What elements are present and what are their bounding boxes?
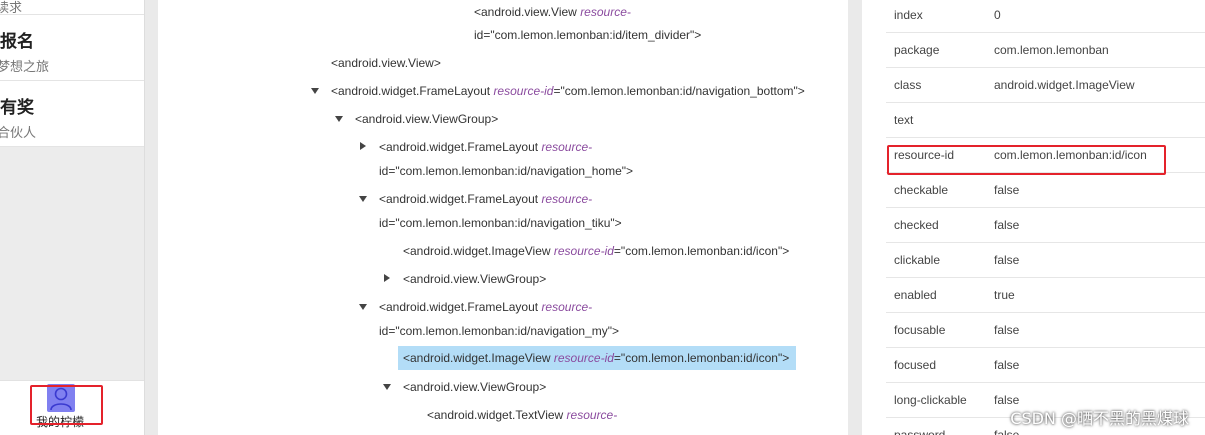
tree-node-tiku-icon[interactable]: <android.widget.ImageView resource-id="c…	[403, 243, 789, 259]
device-screen-preview[interactable]: 读求 报名 梦想之旅 有奖 合伙人 我的柠檬	[0, 0, 145, 435]
device-card-3-title: 有奖	[0, 98, 34, 118]
tree-node-navigation-my-id: id="com.lemon.lemonban:id/navigation_my"…	[379, 324, 619, 338]
tree-node-my-viewgroup[interactable]: <android.view.ViewGroup>	[403, 379, 546, 395]
device-card-2: 报名 梦想之旅	[0, 15, 144, 81]
tree-node-view[interactable]: <android.view.View>	[331, 55, 441, 71]
tree-node-tiku-viewgroup[interactable]: <android.view.ViewGroup>	[403, 271, 546, 287]
prop-row-enabled: enabled true	[886, 278, 1205, 313]
annotation-red-box-resource-id	[887, 145, 1166, 175]
prop-row-checkable: checkable false	[886, 173, 1205, 208]
tree-node-navigation-tiku-id: id="com.lemon.lemonban:id/navigation_tik…	[379, 216, 622, 230]
annotation-red-box-device	[30, 385, 103, 425]
tree-node-navigation-my[interactable]: <android.widget.FrameLayout resource-	[379, 299, 592, 315]
tree-node-item-divider[interactable]: <android.view.View resource-	[474, 4, 631, 20]
expand-toggle-icon[interactable]	[335, 116, 343, 122]
prop-row-checked: checked false	[886, 208, 1205, 243]
hierarchy-tree[interactable]: <android.view.View resource- id="com.lem…	[158, 0, 848, 435]
properties-panel: index 0 package com.lemon.lemonban class an…	[862, 0, 1205, 435]
device-card-1: 读求	[0, 0, 144, 16]
device-empty-area	[0, 147, 144, 380]
tree-node-item-divider-id: id="com.lemon.lemonban:id/item_divider">	[474, 28, 702, 42]
expand-toggle-icon[interactable]	[359, 196, 367, 202]
tree-node-navigation-home[interactable]: <android.widget.FrameLayout resource-	[379, 139, 592, 155]
prop-row-text: text	[886, 103, 1205, 138]
prop-row-class: class android.widget.ImageView	[886, 68, 1205, 103]
device-card-2-subtitle: 梦想之旅	[0, 60, 50, 75]
device-card-3: 有奖 合伙人	[0, 81, 144, 147]
collapse-toggle-icon[interactable]	[360, 142, 366, 150]
tree-node-textview[interactable]: <android.widget.TextView resource-	[427, 407, 617, 423]
tree-node-navigation-tiku[interactable]: <android.widget.FrameLayout resource-	[379, 191, 592, 207]
prop-row-index: index 0	[886, 0, 1205, 33]
tree-node-navigation-bottom[interactable]: <android.widget.FrameLayout resource-id=…	[331, 83, 805, 99]
prop-row-clickable: clickable false	[886, 243, 1205, 278]
prop-row-focusable: focusable false	[886, 313, 1205, 348]
device-card-1-subtitle: 读求	[0, 1, 23, 16]
device-card-2-title: 报名	[0, 32, 34, 52]
tree-node-navigation-home-id: id="com.lemon.lemonban:id/navigation_hom…	[379, 164, 634, 178]
prop-row-package: package com.lemon.lemonban	[886, 33, 1205, 68]
prop-row-focused: focused false	[886, 348, 1205, 383]
tree-node-viewgroup[interactable]: <android.view.ViewGroup>	[355, 111, 498, 127]
expand-toggle-icon[interactable]	[311, 88, 319, 94]
expand-toggle-icon[interactable]	[359, 304, 367, 310]
expand-toggle-icon[interactable]	[383, 384, 391, 390]
watermark: CSDN @晒不黑的黑煤球	[1010, 409, 1189, 428]
device-card-3-subtitle: 合伙人	[0, 126, 37, 141]
collapse-toggle-icon[interactable]	[384, 274, 390, 282]
tree-node-my-icon-selected[interactable]: <android.widget.ImageView resource-id="c…	[403, 350, 789, 366]
